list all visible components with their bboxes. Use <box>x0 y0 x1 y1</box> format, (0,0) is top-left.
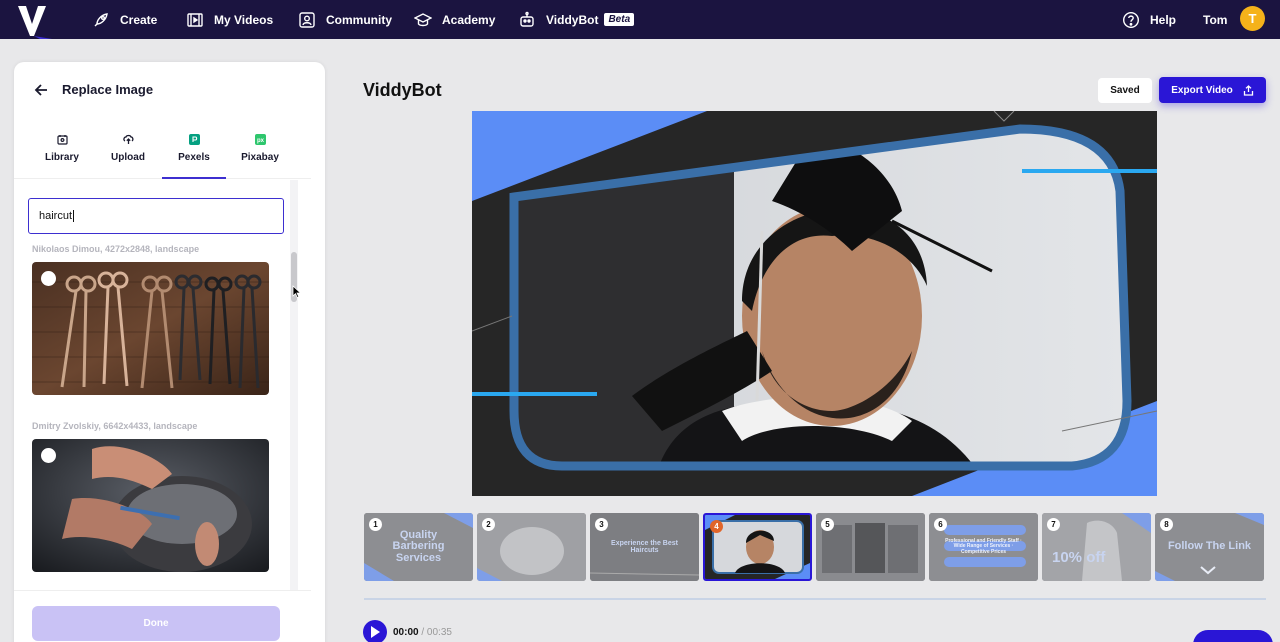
tab-pixabay-label: Pixabay <box>241 152 279 163</box>
export-label: Export Video <box>1171 84 1233 96</box>
replace-image-panel: Replace Image Library Upload Pexels px P… <box>14 62 325 642</box>
nav-viddybot[interactable]: ViddyBot Beta <box>518 0 635 39</box>
result-credit: Dmitry Zvolskiy, 6642x4433, landscape <box>32 421 198 431</box>
preview-scene-image <box>472 111 1157 496</box>
time-current: 00:00 <box>393 627 419 638</box>
nav-my-videos-label: My Videos <box>214 12 274 27</box>
tab-upload-label: Upload <box>111 152 145 163</box>
scissors-photo <box>32 262 269 395</box>
scene-number: 8 <box>1160 518 1173 531</box>
done-button[interactable]: Done <box>32 606 280 641</box>
nav-community[interactable]: Community <box>298 0 392 39</box>
barber-photo <box>32 439 269 572</box>
results-list[interactable]: Nikolaos Dimou, 4272x2848, landscape Dmi… <box>14 244 304 590</box>
scrollbar-track[interactable] <box>290 180 298 590</box>
library-icon <box>56 135 68 145</box>
scene-thumb-7[interactable]: 10% off 7 <box>1042 513 1151 581</box>
scene-number: 6 <box>934 518 947 531</box>
nav-create[interactable]: Create <box>92 0 157 39</box>
nav-academy-label: Academy <box>442 12 496 27</box>
scene-strip: Quality Barbering Services 1 2 Experienc… <box>364 513 1266 581</box>
top-nav: Create My Videos Community Academy Viddy… <box>0 0 1280 39</box>
nav-academy[interactable]: Academy <box>414 0 495 39</box>
scene-number: 4 <box>710 520 723 533</box>
panel-header: Replace Image <box>34 82 153 97</box>
time-readout: 00:00 / 00:35 <box>393 627 452 638</box>
scene-number: 2 <box>482 518 495 531</box>
scene-number: 7 <box>1047 518 1060 531</box>
scene-number: 3 <box>595 518 608 531</box>
scene-thumb-1[interactable]: Quality Barbering Services 1 <box>364 513 473 581</box>
timeline-bar[interactable] <box>364 598 1266 600</box>
svg-text:px: px <box>256 138 264 144</box>
result-thumbnail[interactable] <box>32 439 269 572</box>
select-radio[interactable] <box>41 448 56 463</box>
scene-caption: Quality Barbering Services <box>392 528 445 564</box>
avatar[interactable]: T <box>1240 6 1265 31</box>
pixabay-icon: px <box>254 134 266 145</box>
scene-caption: 10% off <box>1052 549 1106 567</box>
scene-thumb-3[interactable]: Experience the Best Haircuts 3 <box>590 513 699 581</box>
scene-caption: Experience the Best Haircuts <box>611 539 678 554</box>
page-title: ViddyBot <box>363 80 442 100</box>
mouse-cursor-icon <box>292 285 302 299</box>
play-button[interactable] <box>363 620 387 642</box>
nav-viddybot-label: ViddyBot <box>546 12 599 27</box>
pexels-icon <box>188 134 200 145</box>
scene-thumb-4[interactable]: 4 <box>703 513 812 581</box>
tab-upload[interactable]: Upload <box>96 134 160 179</box>
robot-icon <box>520 11 534 27</box>
rocket-icon <box>94 12 108 26</box>
graduation-cap-icon <box>414 12 432 26</box>
scene-caption: Professional and Friendly Staff · Wide R… <box>945 538 1022 555</box>
saved-button[interactable]: Saved <box>1098 78 1152 103</box>
nav-help-label: Help <box>1150 12 1177 27</box>
text-caret <box>73 210 75 222</box>
search-input[interactable]: haircut <box>28 198 284 234</box>
upload-icon <box>122 134 134 144</box>
video-preview[interactable] <box>472 111 1157 496</box>
chat-button[interactable] <box>1193 630 1273 642</box>
scene-thumb-8[interactable]: Follow The Link 8 <box>1155 513 1264 581</box>
beta-badge: Beta <box>604 13 635 26</box>
result-credit: Nikolaos Dimou, 4272x2848, landscape <box>32 244 200 254</box>
community-icon <box>299 11 315 28</box>
nav-my-videos[interactable]: My Videos <box>186 0 273 39</box>
source-tabs: Library Upload Pexels px Pixabay <box>14 124 311 179</box>
scene-thumb-2[interactable]: 2 <box>477 513 586 581</box>
user-name-label: Tom <box>1203 12 1228 27</box>
time-total: / 00:35 <box>421 627 452 638</box>
search-value: haircut <box>39 210 73 222</box>
tab-pexels[interactable]: Pexels <box>162 134 226 179</box>
tab-library[interactable]: Library <box>30 134 94 179</box>
export-video-button[interactable]: Export Video <box>1159 77 1266 103</box>
tab-pixabay[interactable]: px Pixabay <box>228 134 292 179</box>
play-icon <box>371 626 380 638</box>
nav-help[interactable]: Help <box>1122 0 1176 39</box>
select-radio[interactable] <box>41 271 56 286</box>
tab-pexels-label: Pexels <box>178 152 210 163</box>
nav-create-label: Create <box>120 12 158 27</box>
panel-title: Replace Image <box>62 82 154 97</box>
tab-library-label: Library <box>45 152 79 163</box>
scene-thumb-5[interactable]: 5 <box>816 513 925 581</box>
help-icon <box>1122 11 1140 28</box>
scene-caption: Follow The Link <box>1167 540 1252 553</box>
back-arrow-icon[interactable] <box>34 83 48 97</box>
scene-number: 5 <box>821 518 834 531</box>
result-thumbnail[interactable] <box>32 262 269 395</box>
scene-thumb-6[interactable]: Professional and Friendly Staff · Wide R… <box>929 513 1038 581</box>
share-icon <box>1243 84 1253 96</box>
video-icon <box>187 12 203 27</box>
user-name[interactable]: Tom <box>1203 0 1227 39</box>
viddyoze-logo[interactable] <box>14 0 56 39</box>
nav-community-label: Community <box>326 12 392 27</box>
scene-number: 1 <box>369 518 382 531</box>
